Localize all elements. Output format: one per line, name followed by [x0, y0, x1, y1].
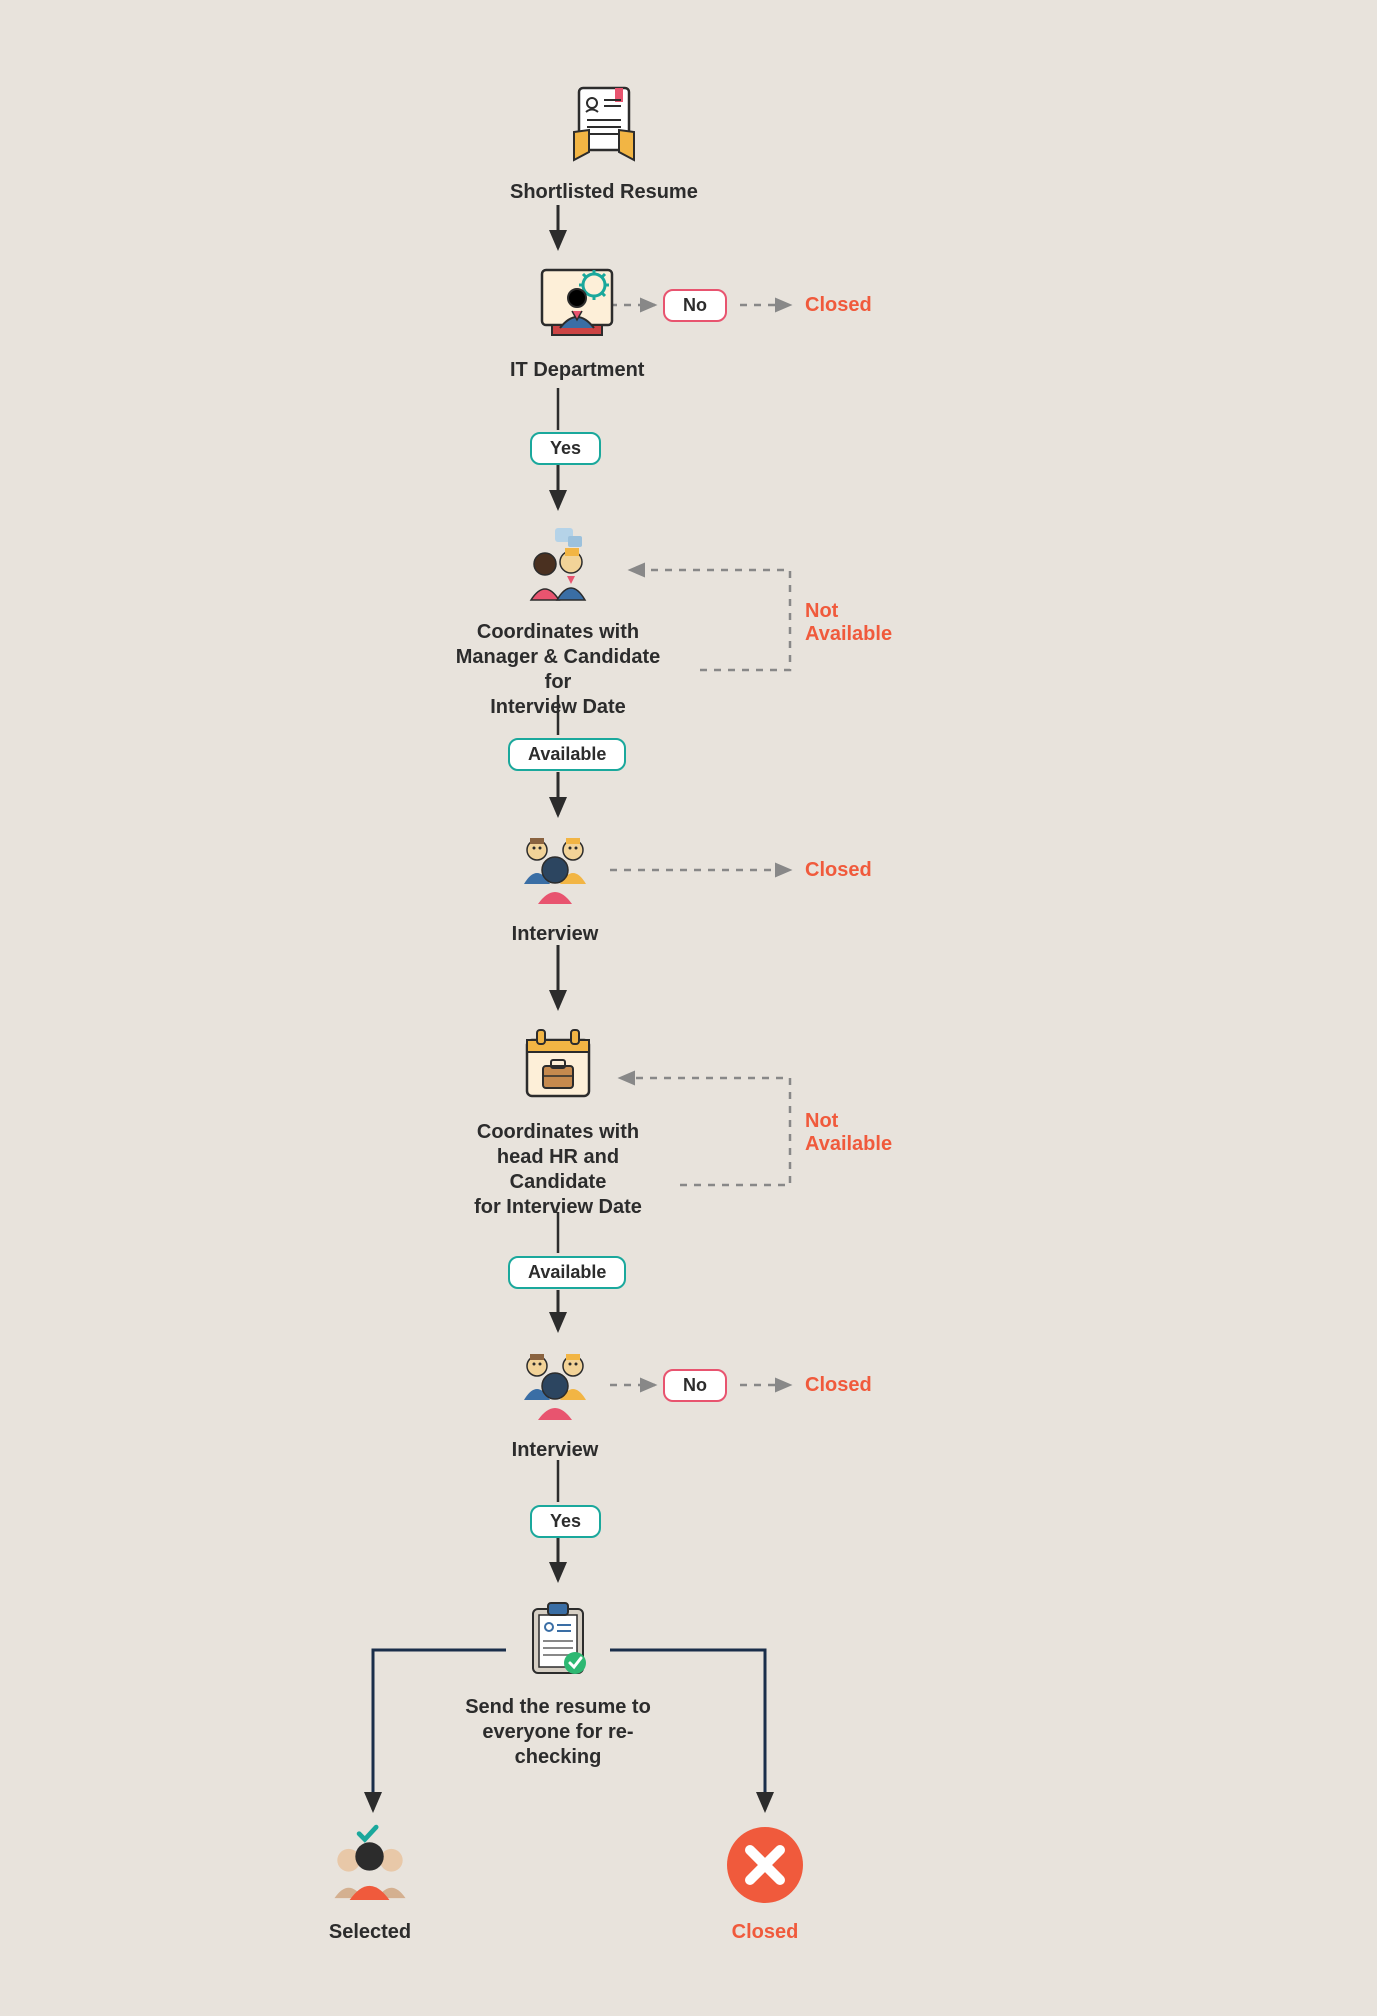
interview-icon — [510, 822, 600, 912]
not-available-1: NotAvailable — [805, 600, 892, 646]
node-label: Interview — [512, 1438, 599, 1463]
pill-no-it: No — [663, 289, 727, 322]
not-available-2: NotAvailable — [805, 1110, 892, 1156]
node-label: Coordinates with Manager & Candidate for… — [440, 620, 676, 720]
resume-icon — [559, 80, 649, 170]
node-interview-1: Interview — [510, 822, 600, 947]
pill-yes-it: Yes — [530, 432, 601, 465]
calendar-briefcase-icon — [513, 1020, 603, 1110]
node-coord-hr: Coordinates with head HR and Candidate f… — [455, 1020, 661, 1220]
selected-group-icon — [325, 1820, 415, 1910]
pill-no-interview2: No — [663, 1369, 727, 1402]
node-label: Coordinates with head HR and Candidate f… — [455, 1120, 661, 1220]
pill-yes-2: Yes — [530, 1505, 601, 1538]
node-send-resume: Send the resume to everyone for re-check… — [442, 1595, 674, 1770]
node-label: IT Department — [510, 358, 644, 383]
meeting-icon — [513, 520, 603, 610]
node-shortlisted-resume: Shortlisted Resume — [510, 80, 698, 205]
node-label: Send the resume to everyone for re-check… — [442, 1695, 674, 1770]
pill-available-1: Available — [508, 738, 626, 771]
node-label: Selected — [329, 1920, 411, 1945]
closed-label-it: Closed — [805, 294, 872, 317]
closed-label-interview2: Closed — [805, 1374, 872, 1397]
node-label: Shortlisted Resume — [510, 180, 698, 205]
node-label: Interview — [512, 922, 599, 947]
node-selected: Selected — [325, 1820, 415, 1945]
pill-available-2: Available — [508, 1256, 626, 1289]
it-department-icon — [532, 258, 622, 348]
node-it-department: IT Department — [510, 258, 644, 383]
node-closed-final: Closed — [720, 1820, 810, 1945]
interview-icon — [510, 1338, 600, 1428]
node-label: Closed — [732, 1920, 799, 1945]
closed-x-icon — [720, 1820, 810, 1910]
node-coord-manager: Coordinates with Manager & Candidate for… — [440, 520, 676, 720]
node-interview-2: Interview — [510, 1338, 600, 1463]
clipboard-check-icon — [513, 1595, 603, 1685]
closed-label-interview1: Closed — [805, 859, 872, 882]
